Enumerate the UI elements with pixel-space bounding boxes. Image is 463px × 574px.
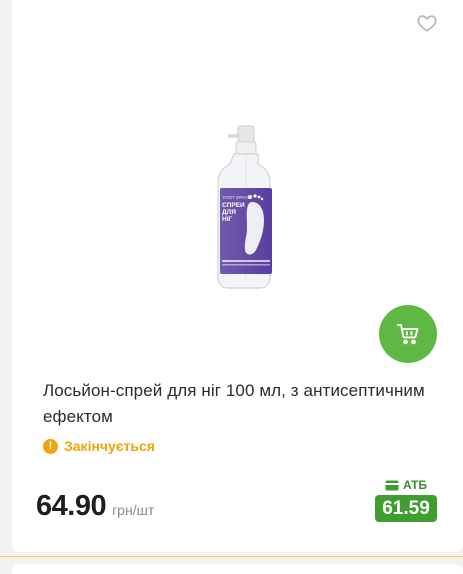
product-title[interactable]: Лосьйон-спрей для ніг 100 мл, з антисепт…	[43, 378, 443, 430]
favorite-button[interactable]	[416, 12, 438, 34]
loyalty-card-label: АТБ	[385, 478, 427, 492]
stock-status-text: Закінчується	[64, 438, 155, 454]
warning-icon: !	[43, 438, 58, 454]
stock-status: ! Закінчується	[43, 438, 155, 454]
spray-bottle-image: FOOT SPRAY СПРЕЙ ДЛЯ НІГ	[217, 125, 272, 289]
product-card[interactable]: FOOT SPRAY СПРЕЙ ДЛЯ НІГ Лосьйон-спрей д…	[12, 0, 463, 552]
price-value: 64.90	[36, 490, 107, 522]
price: 64.90 грн/шт	[36, 490, 154, 523]
loyalty-card-label-text: АТБ	[403, 478, 428, 492]
divider	[0, 556, 463, 557]
heart-icon	[417, 15, 437, 32]
card-icon	[385, 480, 399, 490]
next-product-card[interactable]	[12, 564, 463, 574]
loyalty-card-price: 61.59	[375, 495, 437, 522]
price-unit: грн/шт	[112, 502, 155, 518]
cart-icon	[397, 324, 419, 345]
bottle-label-main: СПРЕЙ ДЛЯ НІГ	[222, 202, 245, 223]
add-to-cart-button[interactable]	[379, 305, 437, 363]
bottle-label-top: FOOT SPRAY	[223, 195, 250, 200]
product-image[interactable]: FOOT SPRAY СПРЕЙ ДЛЯ НІГ	[200, 122, 288, 294]
